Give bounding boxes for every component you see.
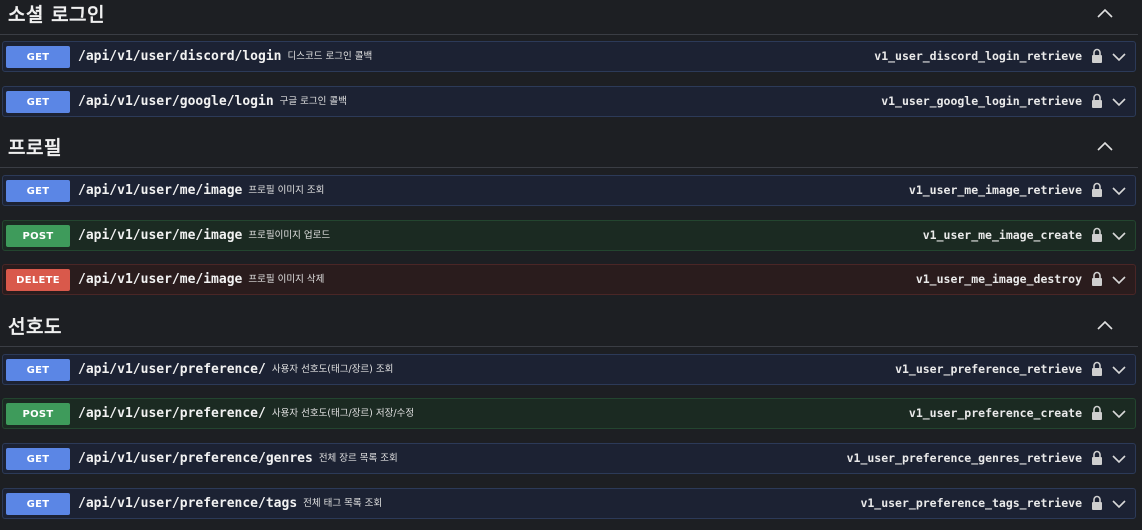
method-badge: DELETE	[6, 269, 70, 291]
operation-path: /api/v1/user/preference/사용자 선호도(태그/장르) 조…	[78, 362, 394, 377]
operation-row[interactable]: GET /api/v1/user/preference/genres 전체 장르 …	[2, 443, 1136, 474]
operation-id: v1_user_google_login_retrieve	[881, 94, 1082, 108]
lock-icon[interactable]	[1091, 48, 1103, 64]
section-title: 선호도	[8, 316, 62, 338]
operation-id: v1_user_me_image_create	[922, 228, 1082, 242]
lock-icon[interactable]	[1091, 495, 1103, 511]
operation-row[interactable]: GET /api/v1/user/discord/login 디스코드 로그인 콜…	[2, 41, 1136, 72]
operation-path: /api/v1/user/google/login 구글 로그인 콜백	[78, 94, 347, 109]
section-header-preference[interactable]: 선호도	[0, 310, 1138, 347]
operation-summary: 프로필 이미지 삭제	[248, 274, 325, 285]
lock-icon[interactable]	[1091, 271, 1103, 287]
chevron-up-icon[interactable]	[1096, 6, 1114, 20]
chevron-down-icon[interactable]	[1111, 498, 1127, 510]
operation-summary: 디스코드 로그인 콜백	[287, 51, 373, 62]
operation-row[interactable]: GET /api/v1/user/preference/tags 전체 태그 목록…	[2, 488, 1136, 519]
chevron-down-icon[interactable]	[1111, 51, 1127, 63]
operation-path: /api/v1/user/preference/genres 전체 장르 목록 조…	[78, 451, 398, 466]
section-title: 프로필	[8, 137, 62, 159]
section-header-social-login[interactable]: 소셜 로그인	[0, 0, 1138, 35]
operation-path: /api/v1/user/discord/login 디스코드 로그인 콜백	[78, 49, 373, 64]
method-badge: GET	[6, 180, 70, 202]
chevron-down-icon[interactable]	[1111, 453, 1127, 465]
operation-summary: 사용자 선호도(태그/장르) 조회	[271, 364, 394, 375]
operation-summary: 전체 태그 목록 조회	[303, 498, 383, 509]
operation-id: v1_user_preference_create	[908, 406, 1082, 420]
chevron-down-icon[interactable]	[1111, 274, 1127, 286]
chevron-down-icon[interactable]	[1111, 96, 1127, 108]
method-badge: GET	[6, 448, 70, 470]
operation-row[interactable]: DELETE /api/v1/user/me/image 프로필 이미지 삭제 v…	[2, 264, 1136, 295]
operation-row[interactable]: GET /api/v1/user/preference/사용자 선호도(태그/장…	[2, 354, 1136, 385]
method-badge: GET	[6, 359, 70, 381]
method-badge: GET	[6, 46, 70, 68]
chevron-down-icon[interactable]	[1111, 230, 1127, 242]
section-header-profile[interactable]: 프로필	[0, 131, 1138, 168]
lock-icon[interactable]	[1091, 93, 1103, 109]
operation-id: v1_user_me_image_retrieve	[908, 183, 1082, 197]
lock-icon[interactable]	[1091, 450, 1103, 466]
chevron-up-icon[interactable]	[1096, 139, 1114, 153]
method-badge: GET	[6, 91, 70, 113]
operation-id: v1_user_me_image_destroy	[915, 272, 1082, 286]
operation-id: v1_user_preference_retrieve	[895, 362, 1082, 376]
operation-row[interactable]: GET /api/v1/user/me/image 프로필 이미지 조회 v1_u…	[2, 175, 1136, 206]
operation-path: /api/v1/user/preference/사용자 선호도(태그/장르) 저…	[78, 406, 415, 421]
method-badge: POST	[6, 403, 70, 425]
operation-path: /api/v1/user/me/image 프로필 이미지 조회	[78, 183, 325, 198]
lock-icon[interactable]	[1091, 227, 1103, 243]
chevron-down-icon[interactable]	[1111, 364, 1127, 376]
section-title: 소셜 로그인	[8, 4, 106, 26]
operation-id: v1_user_preference_tags_retrieve	[860, 496, 1082, 510]
chevron-up-icon[interactable]	[1096, 318, 1114, 332]
operation-path: /api/v1/user/me/image 프로필 이미지 삭제	[78, 272, 325, 287]
method-badge: POST	[6, 225, 70, 247]
operation-row[interactable]: POST /api/v1/user/me/image 프로필이미지 업로드 v1_…	[2, 220, 1136, 251]
swagger-operations-list: 소셜 로그인 GET /api/v1/user/discord/login 디스코…	[0, 0, 1142, 530]
chevron-down-icon[interactable]	[1111, 185, 1127, 197]
method-badge: GET	[6, 493, 70, 515]
operation-summary: 프로필 이미지 조회	[248, 185, 325, 196]
operation-summary: 구글 로그인 콜백	[279, 96, 347, 107]
chevron-down-icon[interactable]	[1111, 408, 1127, 420]
operation-summary: 사용자 선호도(태그/장르) 저장/수정	[271, 408, 415, 419]
operation-summary: 전체 장르 목록 조회	[318, 453, 398, 464]
operation-id: v1_user_discord_login_retrieve	[874, 49, 1082, 63]
operation-row[interactable]: POST /api/v1/user/preference/사용자 선호도(태그/…	[2, 398, 1136, 429]
lock-icon[interactable]	[1091, 361, 1103, 377]
lock-icon[interactable]	[1091, 405, 1103, 421]
operation-id: v1_user_preference_genres_retrieve	[846, 451, 1082, 465]
operation-path: /api/v1/user/me/image 프로필이미지 업로드	[78, 228, 331, 243]
lock-icon[interactable]	[1091, 182, 1103, 198]
operation-row[interactable]: GET /api/v1/user/google/login 구글 로그인 콜백 v…	[2, 86, 1136, 117]
operation-path: /api/v1/user/preference/tags 전체 태그 목록 조회	[78, 496, 383, 511]
operation-summary: 프로필이미지 업로드	[248, 230, 331, 241]
